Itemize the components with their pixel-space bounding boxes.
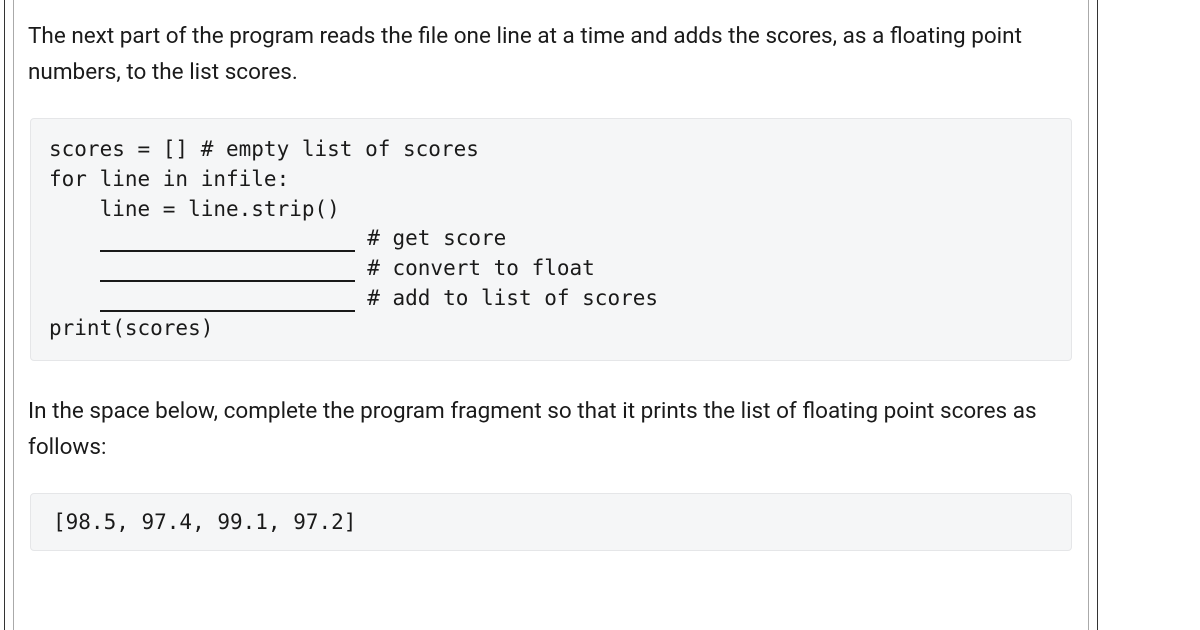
instruction-text: In the space below, complete the program… xyxy=(28,393,1074,465)
intro-text: The next part of the program reads the f… xyxy=(28,18,1074,90)
code-comment-2: # convert to float xyxy=(355,256,595,280)
code-comment-3: # add to list of scores xyxy=(355,286,658,310)
blank-indent-3 xyxy=(49,286,100,310)
code-line-3: line = line.strip() xyxy=(49,197,340,221)
code-line-1: scores = [] # empty list of scores xyxy=(49,137,479,161)
code-comment-1: # get score xyxy=(355,226,507,250)
fill-blank-1[interactable] xyxy=(100,227,355,252)
output-block: [98.5, 97.4, 99.1, 97.2] xyxy=(30,493,1072,551)
fill-blank-3[interactable] xyxy=(100,287,355,312)
blank-indent-2 xyxy=(49,256,100,280)
code-line-2: for line in infile: xyxy=(49,167,289,191)
code-block-1: scores = [] # empty list of scores for l… xyxy=(30,118,1072,361)
output-text: [98.5, 97.4, 99.1, 97.2] xyxy=(53,510,356,534)
code-line-7: print(scores) xyxy=(49,316,213,340)
content-area: The next part of the program reads the f… xyxy=(13,0,1089,630)
page-container: The next part of the program reads the f… xyxy=(4,0,1098,630)
blank-indent-1 xyxy=(49,226,100,250)
fill-blank-2[interactable] xyxy=(100,257,355,282)
